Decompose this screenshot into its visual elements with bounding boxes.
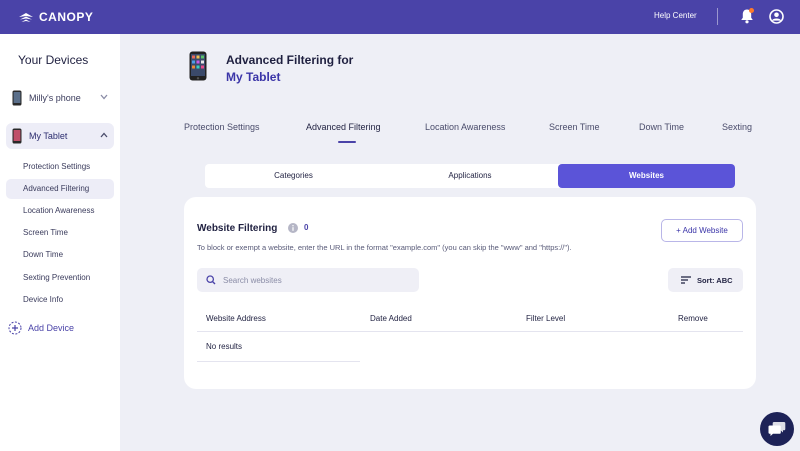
- device-label: Milly's phone: [29, 93, 81, 103]
- chat-icon: [768, 422, 786, 436]
- phone-icon: [12, 90, 22, 106]
- segment-categories[interactable]: Categories: [205, 164, 382, 188]
- tab-sexting[interactable]: Sexting: [722, 122, 752, 132]
- top-bar: CANOPY Help Center: [0, 0, 800, 34]
- tab-location-awareness[interactable]: Location Awareness: [425, 122, 505, 132]
- sidebar-item-down-time[interactable]: Down Time: [6, 245, 114, 265]
- sidebar: Your Devices Milly's phone My Tablet Pro…: [0, 34, 120, 451]
- card-title: Website Filtering: [197, 223, 278, 234]
- segmented-control: Categories Applications Websites: [205, 164, 735, 188]
- user-icon[interactable]: [769, 9, 784, 24]
- segment-websites[interactable]: Websites: [558, 164, 735, 188]
- column-header-filter-level[interactable]: Filter Level: [526, 314, 565, 323]
- empty-table-message: No results: [206, 342, 243, 351]
- topbar-divider: [717, 8, 718, 25]
- device-millys-phone[interactable]: Milly's phone: [6, 85, 114, 111]
- sidebar-title: Your Devices: [18, 53, 89, 67]
- add-circle-icon: [8, 321, 22, 335]
- canopy-logo-icon: [19, 12, 33, 22]
- website-count-badge: 0: [304, 223, 309, 232]
- card-description: To block or exempt a website, enter the …: [197, 243, 572, 252]
- sidebar-item-protection-settings[interactable]: Protection Settings: [6, 157, 114, 177]
- sidebar-item-screen-time[interactable]: Screen Time: [6, 223, 114, 243]
- search-input[interactable]: [223, 275, 403, 285]
- column-header-remove: Remove: [678, 314, 708, 323]
- add-website-button[interactable]: + Add Website: [661, 219, 743, 242]
- sort-label: Sort: ABC: [697, 275, 733, 285]
- sidebar-item-device-info[interactable]: Device Info: [6, 290, 114, 310]
- help-center-link[interactable]: Help Center: [654, 11, 697, 20]
- canopy-logo[interactable]: CANOPY: [18, 10, 93, 24]
- chevron-down-icon[interactable]: [100, 94, 108, 100]
- tablet-icon: [189, 51, 207, 81]
- notification-dot: [749, 8, 754, 13]
- page-title: Advanced Filtering for: [226, 53, 354, 67]
- column-header-date-added[interactable]: Date Added: [370, 314, 412, 323]
- website-filtering-card: Website Filtering 0 To block or exempt a…: [184, 197, 756, 389]
- sidebar-item-location-awareness[interactable]: Location Awareness: [6, 201, 114, 221]
- sort-button[interactable]: Sort: ABC: [668, 268, 743, 292]
- tab-down-time[interactable]: Down Time: [639, 122, 684, 132]
- device-my-tablet[interactable]: My Tablet: [6, 123, 114, 149]
- sidebar-item-advanced-filtering[interactable]: Advanced Filtering: [6, 179, 114, 199]
- device-label: My Tablet: [29, 131, 68, 141]
- active-tab-indicator: [338, 141, 356, 143]
- add-device-label: Add Device: [28, 323, 75, 333]
- segment-applications[interactable]: Applications: [382, 164, 558, 188]
- chat-button[interactable]: [760, 412, 794, 446]
- search-box[interactable]: [197, 268, 419, 292]
- info-icon[interactable]: [288, 223, 298, 233]
- sort-lines-icon: [681, 276, 691, 284]
- logo-text: CANOPY: [39, 10, 94, 24]
- page-title-device: My Tablet: [226, 70, 281, 84]
- chevron-up-icon[interactable]: [100, 132, 108, 138]
- table-header-divider: [197, 331, 743, 332]
- search-icon: [206, 275, 216, 285]
- table-row-divider: [197, 361, 360, 362]
- tab-advanced-filtering[interactable]: Advanced Filtering: [306, 122, 381, 132]
- tab-screen-time[interactable]: Screen Time: [549, 122, 600, 132]
- column-header-website-address[interactable]: Website Address: [206, 314, 266, 323]
- tablet-icon: [12, 128, 22, 144]
- tab-protection-settings[interactable]: Protection Settings: [184, 122, 260, 132]
- sidebar-item-sexting-prevention[interactable]: Sexting Prevention: [6, 268, 114, 288]
- add-device-button[interactable]: Add Device: [8, 321, 74, 335]
